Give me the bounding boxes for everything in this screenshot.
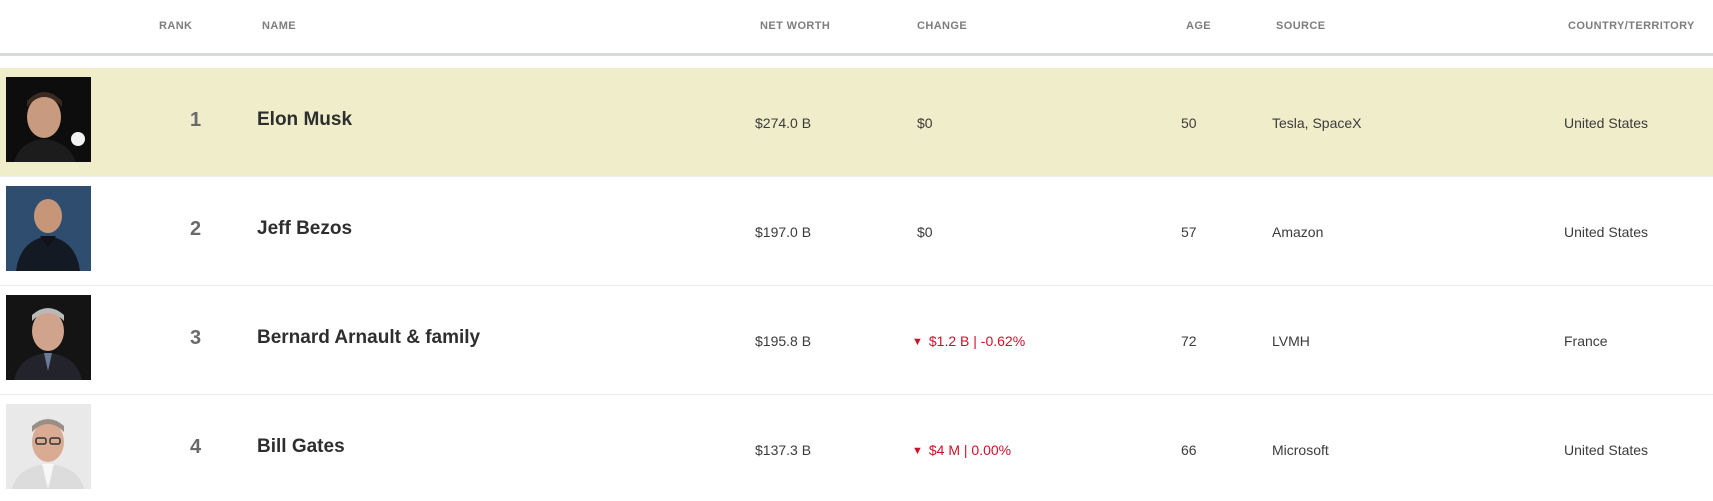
table-row[interactable]: 3 Bernard Arnault & family $195.8 B ▼ $1.… [0,286,1713,395]
column-header-age[interactable]: AGE [1186,20,1211,32]
country-cell: France [1564,333,1608,349]
table-row[interactable]: 2 Jeff Bezos $197.0 B $0 57 Amazon Unite… [0,177,1713,286]
name-link[interactable]: Jeff Bezos [257,219,352,238]
change-value: $4 M | 0.00% [928,442,1012,458]
source-cell: LVMH [1272,333,1310,349]
avatar[interactable] [6,186,91,271]
rank-cell: 2 [190,218,202,240]
column-header-source[interactable]: SOURCE [1276,20,1325,32]
source-cell: Tesla, SpaceX [1272,115,1362,131]
source-cell: Amazon [1272,224,1324,240]
column-header-rank[interactable]: RANK [159,20,192,32]
column-header-name[interactable]: NAME [262,20,296,32]
net-worth-cell: $197.0 B [755,224,812,240]
rank-cell: 3 [190,327,202,349]
change-cell: ▼ $1.2 B | -0.62% [912,332,1025,352]
net-worth-cell: $195.8 B [755,333,812,349]
age-cell: 66 [1181,442,1197,458]
change-cell: ▼ $4 M | 0.00% [912,441,1011,461]
country-cell: United States [1564,224,1649,240]
name-link[interactable]: Elon Musk [257,110,352,129]
change-cell: $0 [917,115,933,131]
country-cell: United States [1564,442,1649,458]
age-cell: 72 [1181,333,1197,349]
avatar[interactable] [6,77,91,162]
column-header-net-worth[interactable]: NET WORTH [760,20,830,32]
triangle-down-icon: ▼ [912,336,923,348]
rank-cell: 1 [190,109,202,131]
age-cell: 50 [1181,115,1197,131]
avatar[interactable] [6,404,91,489]
table-row[interactable]: 1 Elon Musk $274.0 B $0 50 Tesla, SpaceX… [0,68,1713,177]
change-value: $1.2 B | -0.62% [928,333,1026,349]
name-link[interactable]: Bill Gates [257,437,345,456]
change-cell: $0 [917,224,933,240]
age-cell: 57 [1181,224,1197,240]
table-header: RANK NAME NET WORTH CHANGE AGE SOURCE CO… [0,0,1713,56]
column-header-country[interactable]: COUNTRY/TERRITORY [1568,20,1695,32]
rank-cell: 4 [190,436,202,458]
country-cell: United States [1564,115,1649,131]
name-link[interactable]: Bernard Arnault & family [257,328,480,347]
table-row[interactable]: 4 Bill Gates $137.3 B ▼ $4 M | 0.00% 66 M… [0,395,1713,501]
triangle-down-icon: ▼ [912,445,923,457]
net-worth-cell: $274.0 B [755,115,812,131]
source-cell: Microsoft [1272,442,1329,458]
net-worth-cell: $137.3 B [755,442,812,458]
column-header-change[interactable]: CHANGE [917,20,967,32]
avatar[interactable] [6,295,91,380]
